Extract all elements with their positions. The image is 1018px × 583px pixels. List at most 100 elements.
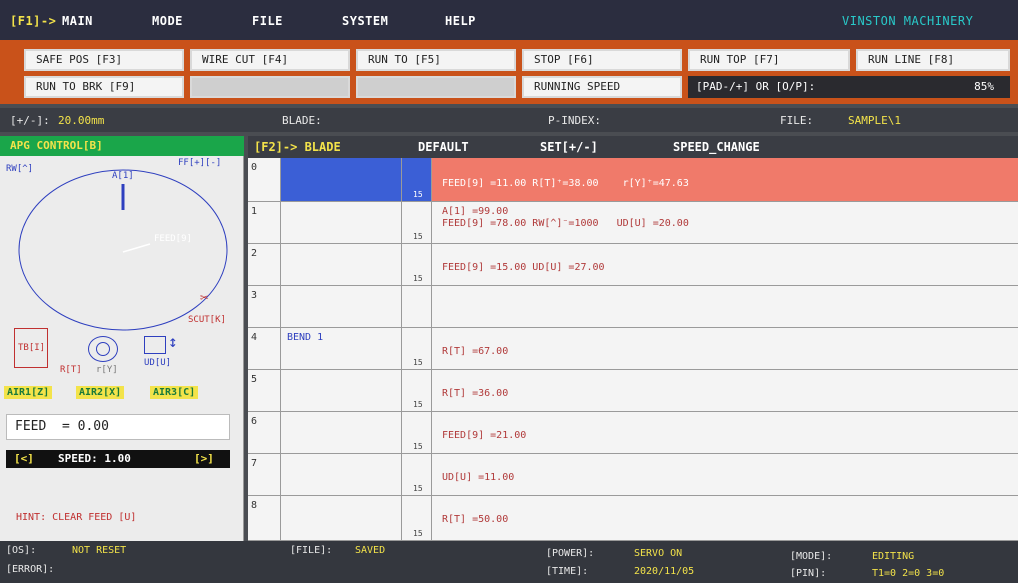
row-parameters[interactable]: FEED[9] =21.00 [432,412,1018,453]
empty-button-1[interactable] [190,76,350,98]
row-param-line2: UD[U] =11.00 [442,472,515,483]
file-label: FILE: [780,114,814,127]
speed-percent: 85% [974,80,994,93]
row-index: 4 [248,328,281,369]
row-speed-cell: 15 [402,244,432,285]
menu-main[interactable]: MAIN [62,14,93,28]
row-speed: 15 [413,400,423,409]
running-speed-display: [PAD-/+] OR [O/P]: 85% [688,76,1010,98]
running-speed-label: RUNNING SPEED [522,76,682,98]
row-name[interactable] [281,286,402,327]
row-name[interactable]: BEND 1 [281,328,402,369]
menu-help[interactable]: HELP [445,14,476,28]
function-button-panel: SAFE POS [F3] WIRE CUT [F4] RUN TO [F5] … [0,40,1018,104]
speed-decrease-button[interactable]: [<] [14,450,34,468]
row-name[interactable] [281,412,402,453]
tb-label: TB[I] [18,343,46,353]
feed-display: FEED = 0.00 [6,414,230,440]
set-tab[interactable]: SET[+/-] [540,140,598,154]
apg-control-title: APG CONTROL[B] [0,136,244,156]
row-name[interactable] [281,370,402,411]
blade-tab[interactable]: [F2]-> BLADE [254,140,341,154]
row-parameters[interactable]: A[1] =99.00 FEED[9] =78.00 RW[^]⁻=1000 UD… [432,202,1018,243]
rotation-head-icon[interactable] [88,336,118,362]
p-index-label: P-INDEX: [548,114,601,127]
table-row[interactable]: 5 15 R[T] =36.00 [248,370,1018,412]
table-row[interactable]: 1 15 A[1] =99.00 FEED[9] =78.00 RW[^]⁻=1000… [248,202,1018,244]
row-speed: 15 [413,358,423,367]
ud-icon[interactable] [144,336,166,354]
air1-button[interactable]: AIR1[Z] [4,386,53,399]
power-label: [POWER]: [546,548,595,559]
apg-dial[interactable] [10,166,236,336]
row-name[interactable] [281,202,402,243]
row-index: 0 [248,158,281,201]
row-param-line2: R[T] =36.00 [442,388,509,399]
speed-text: SPEED: 1.00 [58,452,131,465]
apg-control-panel: APG CONTROL[B] RW[^] FF[+][-] A[1] FEED[… [0,136,244,541]
speed-control-bar: [<] SPEED: 1.00 [>] [6,450,230,468]
table-row[interactable]: 2 15 FEED[9] =15.00 UD[U] =27.00 [248,244,1018,286]
tb-box[interactable]: TB[I] [14,328,48,368]
status-bar: [OS]: NOT RESET [ERROR]: [FILE]: SAVED [… [0,541,1018,583]
air2-button[interactable]: AIR2[X] [76,386,125,399]
safe-pos-button[interactable]: SAFE POS [F3] [24,49,184,71]
row-speed-cell: 15 [402,496,432,540]
row-parameters[interactable]: FEED[9] =15.00 UD[U] =27.00 [432,244,1018,285]
speed-hint: [PAD-/+] OR [O/P]: [696,80,816,93]
row-name[interactable] [281,454,402,495]
row-speed-cell: 15 [402,158,432,201]
mode-value: EDITING [872,551,915,562]
air3-button[interactable]: AIR3[C] [150,386,199,399]
table-row[interactable]: 8 15 R[T] =50.00 [248,496,1018,541]
wire-cut-button[interactable]: WIRE CUT [F4] [190,49,350,71]
row-param-line2: R[T] =50.00 [442,514,509,525]
row-name[interactable] [281,244,402,285]
speed-change-tab[interactable]: SPEED_CHANGE [673,140,760,154]
row-parameters[interactable] [432,286,1018,327]
updown-arrow-icon: ↕ [168,332,178,351]
pin-value: T1=0 2=0 3=0 [872,568,945,579]
row-parameters[interactable]: R[T] =50.00 [432,496,1018,540]
row-index: 1 [248,202,281,243]
table-row[interactable]: 3 [248,286,1018,328]
row-param-line2: FEED[9] =11.00 R[T]⁺=38.00 r[Y]⁺=47.63 [442,178,689,189]
row-param-line1: A[1] =99.00 [442,206,509,217]
run-to-button[interactable]: RUN TO [F5] [356,49,516,71]
ud-label: UD[U] [144,358,172,368]
menu-f1-key: [F1]-> [10,14,57,28]
table-row[interactable]: 0 15 FEED[9] =11.00 R[T]⁺=38.00 r[Y]⁺=47.6… [248,158,1018,202]
row-speed-cell: 15 [402,370,432,411]
row-speed-cell: 15 [402,454,432,495]
row-speed: 15 [413,529,423,538]
row-parameters[interactable]: R[T] =67.00 [432,328,1018,369]
file-status-value: SAVED [355,545,386,556]
menu-system[interactable]: SYSTEM [342,14,388,28]
speed-increase-button[interactable]: [>] [194,450,214,468]
row-index: 7 [248,454,281,495]
default-tab[interactable]: DEFAULT [418,140,469,154]
feed9-label: FEED[9] [154,234,192,244]
run-line-button[interactable]: RUN LINE [F8] [856,49,1010,71]
blade-label: BLADE: [282,114,322,127]
run-top-button[interactable]: RUN TOP [F7] [688,49,850,71]
table-row[interactable]: 7 15 UD[U] =11.00 [248,454,1018,496]
menu-mode[interactable]: MODE [152,14,183,28]
rotation-head-inner [96,342,110,356]
os-value: NOT RESET [72,545,127,556]
table-row[interactable]: 6 15 FEED[9] =21.00 [248,412,1018,454]
menu-file[interactable]: FILE [252,14,283,28]
run-to-brk-button[interactable]: RUN TO BRK [F9] [24,76,184,98]
row-name[interactable] [281,158,402,201]
empty-button-2[interactable] [356,76,516,98]
table-row[interactable]: 4 BEND 1 15 R[T] =67.00 [248,328,1018,370]
os-label: [OS]: [6,545,37,556]
scissors-icon[interactable]: ✂ [200,290,208,306]
row-name[interactable] [281,496,402,540]
time-value: 2020/11/05 [634,566,695,577]
stop-button[interactable]: STOP [F6] [522,49,682,71]
row-parameters[interactable]: FEED[9] =11.00 R[T]⁺=38.00 r[Y]⁺=47.63 [432,158,1018,201]
row-parameters[interactable]: R[T] =36.00 [432,370,1018,411]
row-parameters[interactable]: UD[U] =11.00 [432,454,1018,495]
menu-bar: [F1]-> MAIN MODE FILE SYSTEM HELP VINSTO… [0,0,1018,40]
